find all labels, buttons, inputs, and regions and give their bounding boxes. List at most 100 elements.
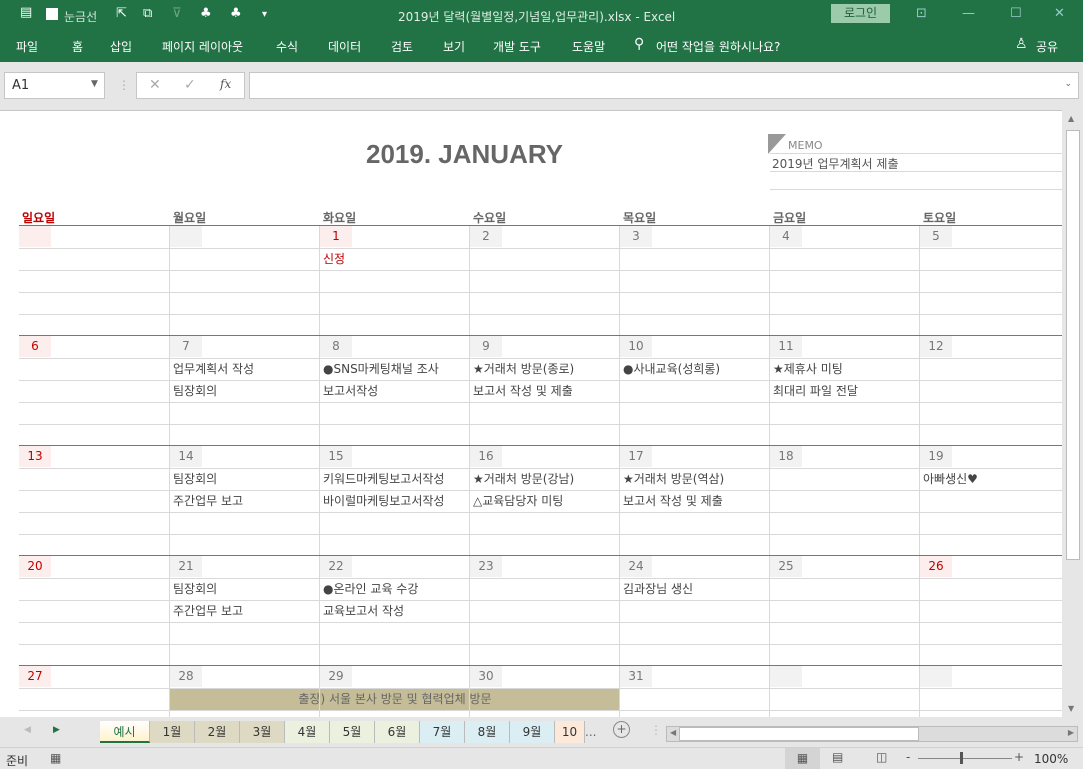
tell-me-search[interactable]: 어떤 작업을 원하시나요? xyxy=(656,38,780,55)
day-number[interactable]: 10 xyxy=(620,336,652,357)
day-number[interactable]: 27 xyxy=(19,666,51,687)
day-number[interactable]: 15 xyxy=(320,446,352,467)
scroll-down-icon[interactable]: ▼ xyxy=(1068,704,1074,713)
day-number[interactable]: 4 xyxy=(770,226,802,247)
sheet-tab[interactable]: 4월 xyxy=(285,721,330,743)
event-entry[interactable]: ★제휴사 미팅 xyxy=(770,358,843,380)
zoom-in-icon[interactable]: + xyxy=(1014,750,1024,764)
share-button[interactable]: 공유 xyxy=(1036,38,1058,55)
next-sheet-icon[interactable]: ▶ xyxy=(53,725,60,735)
day-number[interactable] xyxy=(920,666,952,687)
sheet-tab[interactable]: 8월 xyxy=(465,721,510,743)
hscroll-thumb[interactable] xyxy=(679,727,919,741)
tab-insert[interactable]: 삽입 xyxy=(110,38,132,55)
gridlines-checkbox[interactable] xyxy=(46,8,58,20)
form-icon[interactable]: ▤ xyxy=(20,5,32,20)
event-entry[interactable]: 주간업무 보고 xyxy=(170,600,243,622)
macro-record-icon[interactable]: ▦ xyxy=(50,751,61,765)
day-number[interactable]: 17 xyxy=(620,446,652,467)
day-number[interactable]: 2 xyxy=(470,226,502,247)
formula-input[interactable]: ⌄ xyxy=(249,72,1079,99)
scroll-up-icon[interactable]: ▲ xyxy=(1068,114,1074,123)
tab-data[interactable]: 데이터 xyxy=(328,38,361,55)
event-entry[interactable]: 최대리 파일 전달 xyxy=(770,380,858,402)
horizontal-scrollbar[interactable]: ◀ ▶ xyxy=(666,726,1078,742)
tab-page-layout[interactable]: 페이지 레이아웃 xyxy=(162,38,243,55)
ribbon-display-icon[interactable]: ⊡ xyxy=(916,6,927,21)
tab-formulas[interactable]: 수식 xyxy=(276,38,298,55)
sheet-tab[interactable]: 9월 xyxy=(510,721,555,743)
event-entry[interactable]: ●사내교육(성희롱) xyxy=(620,358,720,380)
day-number[interactable]: 31 xyxy=(620,666,652,687)
day-number[interactable]: 12 xyxy=(920,336,952,357)
day-number[interactable]: 18 xyxy=(770,446,802,467)
day-number[interactable]: 22 xyxy=(320,556,352,577)
day-number[interactable]: 6 xyxy=(19,336,51,357)
event-entry[interactable]: △교육담당자 미팅 xyxy=(470,490,563,512)
new-sheet-icon[interactable]: + xyxy=(613,721,630,738)
cancel-icon[interactable]: ✕ xyxy=(149,77,161,93)
scroll-left-icon[interactable]: ◀ xyxy=(670,728,676,737)
day-number[interactable]: 5 xyxy=(920,226,952,247)
day-number[interactable]: 21 xyxy=(170,556,202,577)
close-icon[interactable]: ✕ xyxy=(1054,6,1065,21)
day-number[interactable]: 7 xyxy=(170,336,202,357)
event-entry[interactable]: ●SNS마케팅채널 조사 xyxy=(320,358,439,380)
org-chart-icon[interactable]: ♣ xyxy=(200,6,212,21)
day-number[interactable] xyxy=(770,666,802,687)
event-entry[interactable]: 보고서작성 xyxy=(320,380,378,402)
day-number[interactable]: 1 xyxy=(320,226,352,247)
name-box[interactable]: A1 ▼ xyxy=(4,72,105,99)
normal-view-icon[interactable]: ▦ xyxy=(785,748,820,769)
event-entry[interactable]: 팀장회의 xyxy=(170,380,217,402)
event-entry[interactable]: 보고서 작성 및 제출 xyxy=(620,490,723,512)
event-entry[interactable]: ★거래처 방문(강남) xyxy=(470,468,574,490)
day-number[interactable]: 25 xyxy=(770,556,802,577)
zoom-level[interactable]: 100% xyxy=(1034,752,1068,766)
maximize-icon[interactable]: ☐ xyxy=(1010,6,1022,21)
scroll-thumb[interactable] xyxy=(1066,130,1080,560)
zoom-slider-handle[interactable] xyxy=(960,752,963,764)
day-number[interactable]: 11 xyxy=(770,336,802,357)
trip-event-bar[interactable]: 출장) 서울 본사 방문 및 협력업체 방문 xyxy=(170,688,620,710)
org-chart-icon-2[interactable]: ♣ xyxy=(230,6,242,21)
day-number[interactable]: 14 xyxy=(170,446,202,467)
day-number[interactable]: 20 xyxy=(19,556,51,577)
zoom-out-icon[interactable]: - xyxy=(906,750,910,764)
day-number[interactable]: 24 xyxy=(620,556,652,577)
login-button[interactable]: 로그인 xyxy=(831,4,890,23)
day-number[interactable]: 19 xyxy=(920,446,952,467)
event-entry[interactable]: 팀장회의 xyxy=(170,468,217,490)
day-number[interactable]: 23 xyxy=(470,556,502,577)
tab-home[interactable]: 홈 xyxy=(72,38,83,55)
sheet-tab[interactable]: 2월 xyxy=(195,721,240,743)
event-entry[interactable]: 바이럴마케팅보고서작성 xyxy=(320,490,444,512)
vertical-scrollbar[interactable]: ▲ ▼ xyxy=(1063,110,1083,717)
splitter-handle[interactable]: ⋮ xyxy=(118,78,130,92)
day-number[interactable]: 16 xyxy=(470,446,502,467)
sheet-tab[interactable]: 6월 xyxy=(375,721,420,743)
day-number[interactable]: 29 xyxy=(320,666,352,687)
tab-splitter[interactable]: ⋮ xyxy=(650,723,662,737)
enter-check-icon[interactable]: ✓ xyxy=(184,77,196,93)
event-entry[interactable]: 교육보고서 작성 xyxy=(320,600,404,622)
more-tabs[interactable]: ... xyxy=(585,725,596,739)
tab-review[interactable]: 검토 xyxy=(391,38,413,55)
day-number[interactable]: 30 xyxy=(470,666,502,687)
sheet-tab[interactable]: 1월 xyxy=(150,721,195,743)
expand-formula-icon[interactable]: ⌄ xyxy=(1064,79,1072,89)
customize-qat-icon[interactable]: ▾ xyxy=(262,9,267,20)
sheet-tab[interactable]: 예시 xyxy=(100,721,150,743)
tab-developer[interactable]: 개발 도구 xyxy=(493,38,541,55)
tab-file[interactable]: 파일 xyxy=(16,38,38,55)
sheet-tab[interactable]: 10 xyxy=(555,721,585,743)
event-entry[interactable]: 김과장님 생신 xyxy=(620,578,693,600)
worksheet[interactable]: 2019. JANUARY MEMO 2019년 업무계획서 제출 출장) 서울… xyxy=(0,110,1062,717)
event-entry[interactable]: 주간업무 보고 xyxy=(170,490,243,512)
page-break-view-icon[interactable]: ◫ xyxy=(876,750,887,764)
event-entry[interactable]: 업무계획서 작성 xyxy=(170,358,254,380)
event-entry[interactable]: 팀장회의 xyxy=(170,578,217,600)
scroll-right-icon[interactable]: ▶ xyxy=(1068,728,1074,737)
day-number[interactable]: 26 xyxy=(920,556,952,577)
day-number[interactable]: 9 xyxy=(470,336,502,357)
